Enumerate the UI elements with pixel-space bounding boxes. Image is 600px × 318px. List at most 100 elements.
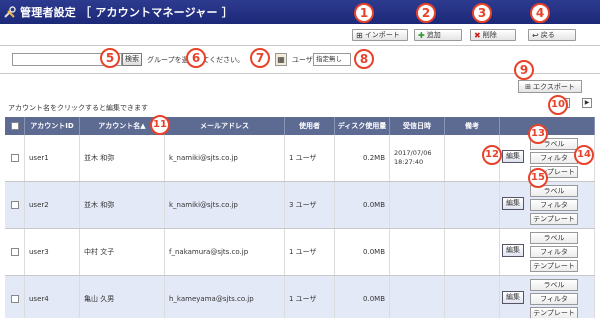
col-received[interactable]: 受信日時 xyxy=(390,117,445,135)
email: f_nakamura@sjts.co.jp xyxy=(165,229,285,275)
col-users[interactable]: 使用者 xyxy=(285,117,335,135)
label-button[interactable]: ラベル xyxy=(530,279,578,291)
callout-badge: 13 xyxy=(528,124,548,144)
note xyxy=(445,182,500,228)
col-email[interactable]: メールアドレス xyxy=(165,117,285,135)
user-count: 3 ユーザ xyxy=(285,182,335,228)
import-icon: ⊞ xyxy=(356,30,363,40)
row-actions: 編集 ラベル フィルタ テンプレート xyxy=(500,276,595,318)
page-title: 管理者設定 ［ アカウントマネージャー ］ xyxy=(20,6,233,19)
disk-usage: 0.0MB xyxy=(335,276,390,318)
row-checkbox[interactable] xyxy=(5,229,25,275)
account-name-link[interactable]: 並木 和弥 xyxy=(80,182,165,228)
callout-badge: 7 xyxy=(250,48,270,68)
received-time xyxy=(390,229,445,275)
import-button[interactable]: ⊞ インポート xyxy=(352,29,408,41)
edit-hint: アカウント名をクリックすると編集できます xyxy=(8,104,148,112)
note xyxy=(445,229,500,275)
search-button[interactable]: 検索 xyxy=(122,53,142,66)
received-time xyxy=(390,276,445,318)
add-button[interactable]: ✚ 追加 xyxy=(414,29,462,41)
user-count: 1 ユーザ xyxy=(285,276,335,318)
export-button[interactable]: ⊞ エクスポート xyxy=(518,80,582,93)
export-label: エクスポート xyxy=(533,82,575,91)
wrench-screwdriver-icon xyxy=(0,0,20,24)
callout-badge: 11 xyxy=(150,115,170,135)
callout-badge: 8 xyxy=(354,49,374,69)
label-button[interactable]: ラベル xyxy=(530,232,578,244)
email: k_namiki@sjts.co.jp xyxy=(165,135,285,181)
note xyxy=(445,276,500,318)
back-button[interactable]: ↩ 戻る xyxy=(528,29,576,41)
col-account-id[interactable]: アカウントID xyxy=(25,117,80,135)
callout-badge: 4 xyxy=(530,3,550,23)
edit-button[interactable]: 編集 xyxy=(502,197,524,210)
account-id: user3 xyxy=(25,229,80,275)
export-icon: ⊞ xyxy=(525,82,532,91)
email: k_namiki@sjts.co.jp xyxy=(165,182,285,228)
template-button[interactable]: テンプレート xyxy=(530,260,578,272)
edit-button[interactable]: 編集 xyxy=(502,244,524,257)
row-checkbox[interactable] xyxy=(5,135,25,181)
col-disk[interactable]: ディスク使用量 xyxy=(335,117,390,135)
account-name-link[interactable]: 中村 文子 xyxy=(80,229,165,275)
disk-usage: 0.0MB xyxy=(335,229,390,275)
filter-button[interactable]: フィルタ xyxy=(530,152,578,164)
callout-badge: 2 xyxy=(416,3,436,23)
callout-badge: 14 xyxy=(574,145,594,165)
table-row: user3 中村 文子 f_nakamura@sjts.co.jp 1 ユーザ … xyxy=(5,229,595,276)
table-row: user2 並木 和弥 k_namiki@sjts.co.jp 3 ユーザ 0.… xyxy=(5,182,595,229)
edit-button[interactable]: 編集 xyxy=(502,150,524,163)
row-checkbox[interactable] xyxy=(5,276,25,318)
received-time: 2017/07/06 18:27:40 xyxy=(390,135,445,181)
filter-button[interactable]: フィルタ xyxy=(530,246,578,258)
account-name-link[interactable]: 並木 和弥 xyxy=(80,135,165,181)
delete-x-icon: ✖ xyxy=(474,30,481,40)
next-page-button[interactable]: ▶ xyxy=(582,98,592,108)
callout-badge: 3 xyxy=(472,3,492,23)
divider xyxy=(0,73,600,74)
row-actions: 編集 ラベル フィルタ テンプレート xyxy=(500,182,595,228)
filter-button[interactable]: フィルタ xyxy=(530,199,578,211)
template-button[interactable]: テンプレート xyxy=(530,307,578,318)
account-name-link[interactable]: 亀山 久男 xyxy=(80,276,165,318)
plus-icon: ✚ xyxy=(418,30,425,40)
back-arrow-icon: ↩ xyxy=(532,30,539,40)
user-count: 1 ユーザ xyxy=(285,229,335,275)
title-bar: 管理者設定 ［ アカウントマネージャー ］ xyxy=(0,0,600,24)
template-button[interactable]: テンプレート xyxy=(530,213,578,225)
disk-usage: 0.0MB xyxy=(335,182,390,228)
edit-button[interactable]: 編集 xyxy=(502,291,524,304)
user-count: 1 ユーザ xyxy=(285,135,335,181)
select-all-checkbox[interactable] xyxy=(5,117,25,135)
callout-badge: 15 xyxy=(528,168,548,188)
divider xyxy=(0,45,600,46)
account-table: アカウントID アカウント名▲ メールアドレス 使用者 ディスク使用量 受信日時… xyxy=(5,117,595,318)
email: h_kameyama@sjts.co.jp xyxy=(165,276,285,318)
account-id: user2 xyxy=(25,182,80,228)
callout-badge: 6 xyxy=(186,48,206,68)
col-note: 備考 xyxy=(445,117,500,135)
delete-button[interactable]: ✖ 削除 xyxy=(470,29,516,41)
received-time xyxy=(390,182,445,228)
user-filter-label: ユーザ xyxy=(292,56,313,64)
row-actions: 編集 ラベル フィルタ テンプレート xyxy=(500,229,595,275)
row-checkbox[interactable] xyxy=(5,182,25,228)
table-header: アカウントID アカウント名▲ メールアドレス 使用者 ディスク使用量 受信日時… xyxy=(5,117,595,135)
table-row: user4 亀山 久男 h_kameyama@sjts.co.jp 1 ユーザ … xyxy=(5,276,595,318)
account-id: user4 xyxy=(25,276,80,318)
back-label: 戻る xyxy=(540,31,555,39)
add-label: 追加 xyxy=(426,31,441,39)
callout-badge: 5 xyxy=(100,48,120,68)
callout-badge: 9 xyxy=(514,60,534,80)
callout-badge: 1 xyxy=(354,3,374,23)
delete-label: 削除 xyxy=(482,31,497,39)
callout-badge: 12 xyxy=(482,145,502,165)
filter-button[interactable]: フィルタ xyxy=(530,293,578,305)
table-row: user1 並木 和弥 k_namiki@sjts.co.jp 1 ユーザ 0.… xyxy=(5,135,595,182)
user-filter-select[interactable]: 指定無し xyxy=(313,53,351,66)
disk-usage: 0.2MB xyxy=(335,135,390,181)
group-picker-icon[interactable]: ▦ xyxy=(275,53,287,66)
import-label: インポート xyxy=(364,31,400,39)
account-id: user1 xyxy=(25,135,80,181)
